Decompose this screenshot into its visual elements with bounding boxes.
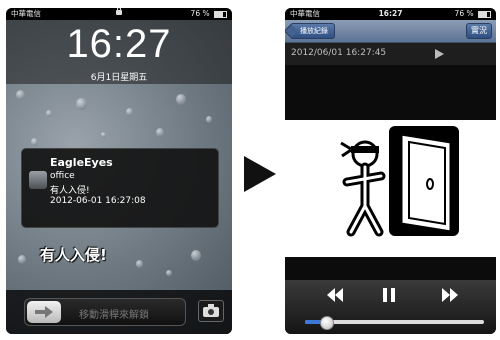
fast-forward-icon[interactable]: [442, 288, 458, 302]
unlock-label: 移動滑桿來解鎖: [79, 310, 149, 321]
unlock-knob[interactable]: [27, 301, 61, 323]
water-drop: [136, 260, 143, 268]
status-bar: 中華電信 76 %: [6, 8, 232, 20]
intruder-illustration: [340, 126, 459, 237]
lock-clock: 16:27: [66, 22, 172, 66]
intrusion-overlay-text: 有人入侵!: [40, 246, 107, 264]
arrow-right-icon: [35, 306, 53, 318]
notification-time: 2012-06-01 16:27:08: [50, 196, 146, 206]
lock-date: 6月1日星期五: [90, 73, 148, 83]
lock-icon: [116, 8, 122, 15]
progress-slider[interactable]: [305, 316, 484, 330]
water-drop: [176, 94, 186, 105]
water-drop: [191, 250, 201, 261]
rewind-icon[interactable]: [327, 288, 343, 302]
status-bar: 中華電信 16:27 76 %: [285, 8, 496, 20]
play-arrow-icon: [244, 156, 276, 192]
player-screen-phone: 中華電信 16:27 76 % 播放紀錄 實況 2012/06/01 16:27…: [285, 8, 496, 334]
water-drop: [31, 138, 38, 146]
unlock-bar: 移動滑桿來解鎖: [6, 290, 232, 334]
notification-message: 有人入侵!: [50, 186, 90, 196]
notification-app-name: EagleEyes: [50, 156, 113, 169]
lock-screen-phone: 中華電信 76 % 16:27 6月1日星期五 EagleEyes office…: [6, 8, 232, 334]
battery-label: 76 %: [454, 9, 474, 18]
water-drop: [206, 116, 212, 123]
progress-knob[interactable]: [320, 316, 335, 330]
battery-icon: [214, 10, 227, 18]
carrier-label: 中華電信: [290, 9, 320, 18]
notification-device: office: [50, 171, 75, 181]
water-drop: [126, 108, 133, 116]
pause-icon[interactable]: [383, 288, 395, 302]
play-icon[interactable]: [435, 49, 444, 59]
nav-bar: 播放紀錄 實況: [285, 20, 496, 43]
playback-timestamp: 2012/06/01 16:27:45: [291, 48, 387, 58]
carrier-label: 中華電信: [11, 9, 41, 18]
water-drop: [16, 90, 25, 100]
push-notification[interactable]: EagleEyes office 有人入侵! 2012-06-01 16:27:…: [21, 148, 219, 228]
live-button[interactable]: 實況: [466, 23, 492, 39]
unlock-slider[interactable]: 移動滑桿來解鎖: [24, 298, 186, 326]
app-icon: [29, 171, 47, 189]
water-drop: [101, 132, 106, 138]
water-drop: [46, 110, 52, 117]
water-drop: [166, 270, 172, 276]
water-drop: [156, 128, 164, 137]
back-button[interactable]: 播放紀錄: [290, 23, 335, 39]
intruder-icon: [340, 140, 386, 237]
timestamp-bar: 2012/06/01 16:27:45: [285, 43, 496, 65]
camera-icon: [203, 304, 219, 317]
water-drop: [18, 255, 26, 264]
battery-indicator: 76 %: [455, 8, 491, 20]
door-icon: [389, 126, 459, 236]
playback-controls: [285, 280, 496, 334]
video-frame[interactable]: [285, 120, 496, 257]
battery-label: 76 %: [190, 9, 210, 18]
status-clock: 16:27: [378, 9, 403, 18]
battery-icon: [478, 10, 491, 18]
battery-indicator: 76 %: [191, 8, 227, 20]
camera-button[interactable]: [198, 300, 224, 322]
water-drop: [76, 98, 87, 110]
